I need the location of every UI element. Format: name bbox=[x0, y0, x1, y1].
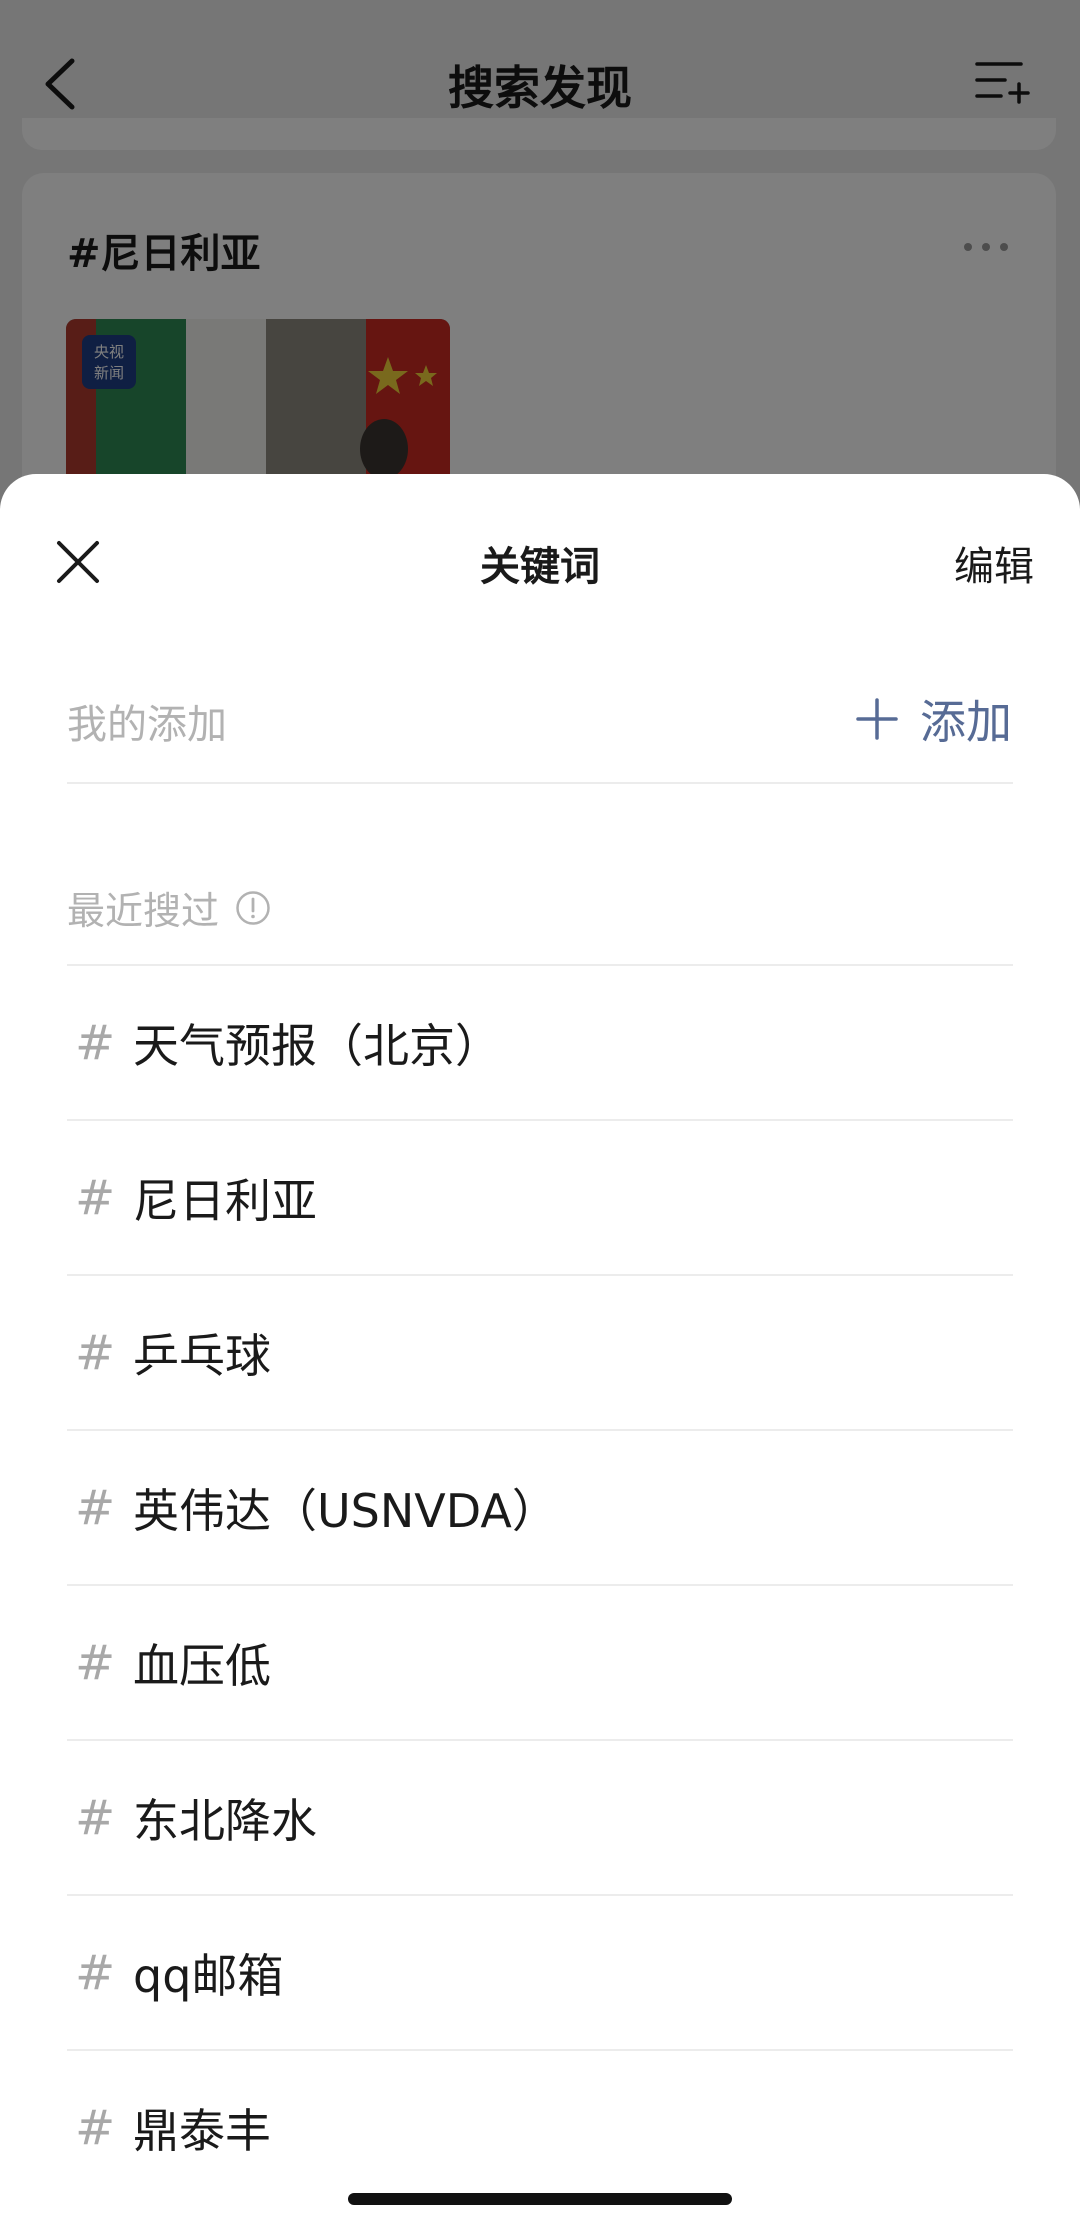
recent-searches-header: 最近搜过 bbox=[67, 880, 271, 935]
keyword-label: 鼎泰丰 bbox=[133, 2103, 271, 2158]
hashtag-icon: # bbox=[75, 1634, 116, 1691]
keywords-sheet: 关键词 编辑 我的添加 添加 最近搜过 # 天气预报（北京） # 尼日利亚 # 乒乓球… bbox=[0, 474, 1080, 2227]
add-keyword-button[interactable]: 添加 bbox=[856, 686, 1012, 752]
edit-button[interactable]: 编辑 bbox=[954, 534, 1034, 592]
hashtag-icon: # bbox=[75, 2099, 116, 2156]
keyword-item[interactable]: # 尼日利亚 bbox=[67, 1119, 1013, 1274]
hashtag-icon: # bbox=[75, 1479, 116, 1536]
hashtag-icon: # bbox=[75, 1014, 116, 1071]
plus-icon bbox=[856, 698, 898, 740]
keyword-item[interactable]: # 天气预报（北京） bbox=[67, 964, 1013, 1119]
keyword-item[interactable]: # 乒乓球 bbox=[67, 1274, 1013, 1429]
sheet-title: 关键词 bbox=[480, 544, 600, 590]
hashtag-icon: # bbox=[75, 1324, 116, 1381]
home-indicator[interactable] bbox=[348, 2193, 732, 2205]
my-added-label: 我的添加 bbox=[67, 702, 227, 748]
hashtag-icon: # bbox=[75, 1789, 116, 1846]
keyword-item[interactable]: # qq邮箱 bbox=[67, 1894, 1013, 2049]
keyword-item[interactable]: # 东北降水 bbox=[67, 1739, 1013, 1894]
keyword-item[interactable]: # 鼎泰丰 bbox=[67, 2049, 1013, 2204]
keyword-list: # 天气预报（北京） # 尼日利亚 # 乒乓球 # 英伟达（USNVDA） # 血压低 #… bbox=[67, 964, 1013, 2204]
recent-label: 最近搜过 bbox=[67, 889, 220, 933]
add-button-label: 添加 bbox=[920, 695, 1012, 749]
hashtag-icon: # bbox=[75, 1944, 116, 2001]
hashtag-icon: # bbox=[75, 1169, 116, 1226]
divider bbox=[67, 782, 1013, 784]
keyword-label: 东北降水 bbox=[133, 1793, 317, 1848]
keyword-label: 英伟达（USNVDA） bbox=[133, 1483, 558, 1538]
keyword-item[interactable]: # 英伟达（USNVDA） bbox=[67, 1429, 1013, 1584]
keyword-label: 乒乓球 bbox=[133, 1328, 271, 1383]
keyword-label: 天气预报（北京） bbox=[133, 1018, 501, 1073]
info-circle-icon[interactable] bbox=[235, 890, 271, 926]
keyword-label: 尼日利亚 bbox=[133, 1173, 317, 1228]
keyword-label: 血压低 bbox=[133, 1638, 271, 1693]
keyword-item[interactable]: # 血压低 bbox=[67, 1584, 1013, 1739]
keyword-label: qq邮箱 bbox=[133, 1948, 284, 2003]
